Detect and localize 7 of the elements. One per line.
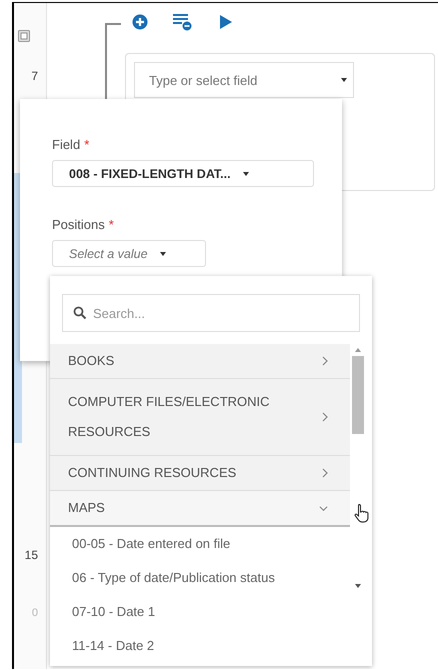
line-number: 15: [24, 548, 38, 562]
line-number: 7: [31, 69, 38, 83]
required-mark: *: [108, 217, 114, 232]
positions-label: Positions: [52, 217, 105, 232]
field-label: Field: [52, 137, 80, 152]
line-number: 0: [32, 607, 38, 619]
required-mark: *: [84, 137, 90, 152]
